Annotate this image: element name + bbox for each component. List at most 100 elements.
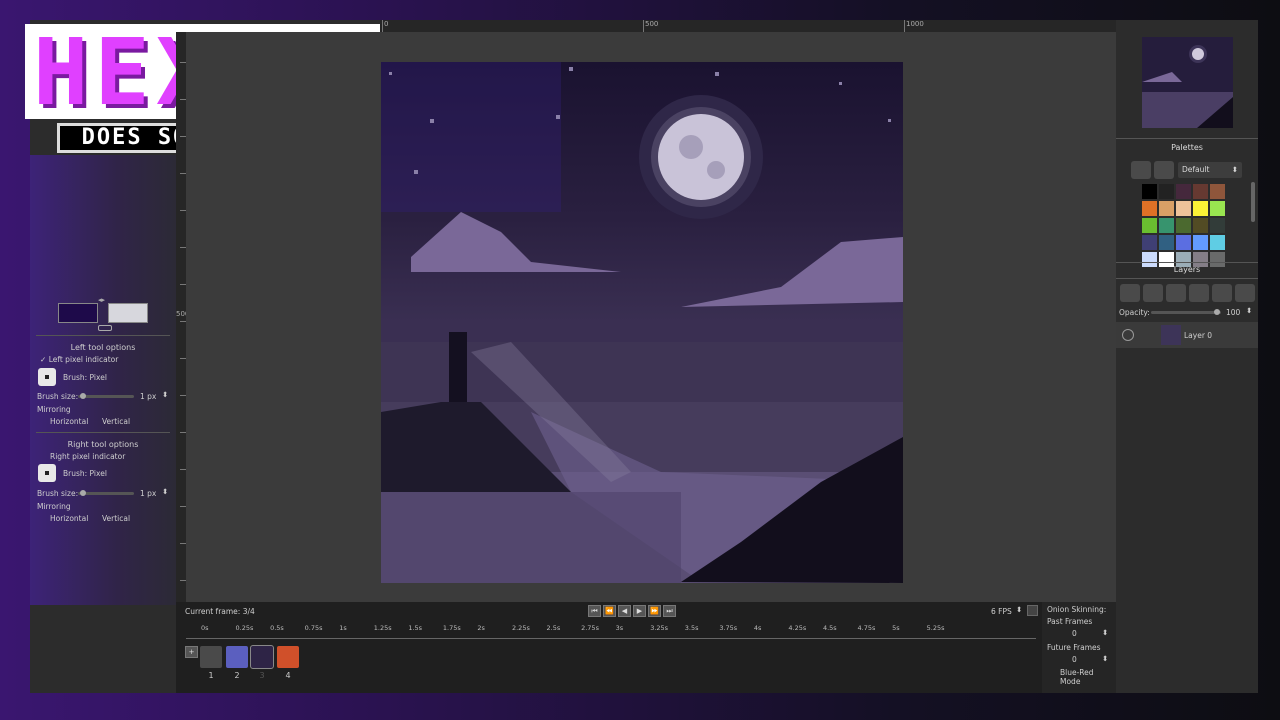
brush-pixel-icon[interactable] (38, 464, 56, 482)
palette-color-swatch[interactable] (1210, 201, 1225, 216)
palette-color-swatch[interactable] (1193, 201, 1208, 216)
spinner-icon[interactable]: ⬍ (162, 390, 168, 399)
eye-icon[interactable] (1122, 329, 1134, 341)
chevron-down-icon: ⬍ (1231, 165, 1238, 174)
next-frame-icon[interactable]: ⏩ (648, 605, 661, 617)
right-brush-size-slider[interactable] (78, 490, 134, 496)
time-mark-label: 5.25s (926, 624, 945, 632)
palette-color-swatch[interactable] (1159, 235, 1174, 250)
palette-scrollbar[interactable] (1251, 182, 1255, 222)
palette-color-swatch[interactable] (1176, 235, 1191, 250)
divider (36, 432, 170, 433)
palette-color-swatch[interactable] (1142, 235, 1157, 250)
layers-title: Layers (1173, 265, 1201, 274)
left-brush-size-slider[interactable] (78, 393, 134, 399)
palette-color-swatch[interactable] (1210, 218, 1225, 233)
add-frame-button[interactable]: + (185, 646, 198, 658)
palette-color-swatch[interactable] (1176, 218, 1191, 233)
move-layer-up-icon[interactable] (1166, 284, 1186, 302)
time-mark-label: 4.5s (822, 624, 837, 632)
time-mark-label: 3.5s (684, 624, 699, 632)
current-frame-label: Current frame: 3/4 (185, 607, 255, 616)
opacity-slider[interactable] (1151, 309, 1221, 315)
vertical-ruler: 500 (176, 32, 189, 602)
palette-color-swatch[interactable] (1142, 218, 1157, 233)
palette-color-swatch[interactable] (1159, 184, 1174, 199)
play-icon[interactable]: ▶ (633, 605, 646, 617)
play-backwards-icon[interactable]: ◀ (618, 605, 631, 617)
right-brush-size-value: 1 px (140, 489, 157, 498)
right-mirror-vertical[interactable]: Vertical (102, 514, 130, 523)
swap-colors-icon[interactable]: ◂▸ (98, 296, 105, 304)
spinner-icon[interactable]: ⬍ (1102, 654, 1108, 663)
left-mirror-vertical[interactable]: Vertical (102, 417, 130, 426)
spinner-icon[interactable]: ⬍ (1016, 605, 1022, 614)
edit-palette-icon[interactable] (1154, 161, 1174, 179)
palette-color-swatch[interactable] (1176, 184, 1191, 199)
loop-icon[interactable] (1027, 605, 1038, 616)
right-color-swatch[interactable] (108, 303, 148, 323)
divider (1116, 262, 1258, 263)
palette-color-swatch[interactable] (1142, 201, 1157, 216)
previous-frame-icon[interactable]: ⏪ (603, 605, 616, 617)
right-tool-options-title: Right tool options (67, 440, 139, 449)
spinner-icon[interactable]: ⬍ (162, 487, 168, 496)
layer-name: Layer 0 (1184, 331, 1213, 340)
time-mark-label: 3.25s (650, 624, 669, 632)
past-frames-value[interactable]: 0 (1072, 629, 1077, 638)
palettes-title: Palettes (1171, 143, 1203, 152)
palette-color-swatch[interactable] (1159, 201, 1174, 216)
frame-thumbnail-selected[interactable] (250, 645, 274, 669)
palette-color-swatch[interactable] (1193, 235, 1208, 250)
first-frame-icon[interactable]: ⏮ (588, 605, 601, 617)
add-layer-icon[interactable] (1120, 284, 1140, 302)
frame-thumbnail[interactable] (277, 646, 299, 668)
time-mark-label: 5s (892, 624, 900, 632)
palette-color-swatch[interactable] (1193, 184, 1208, 199)
palette-color-swatch[interactable] (1159, 218, 1174, 233)
brush-pixel-icon[interactable] (38, 368, 56, 386)
frame-thumbnail[interactable] (226, 646, 248, 668)
palette-select[interactable]: Default ⬍ (1178, 162, 1242, 178)
left-color-swatch[interactable] (58, 303, 98, 323)
right-mirroring-label: Mirroring (37, 502, 71, 511)
slider-knob[interactable] (1214, 309, 1220, 315)
time-ruler[interactable]: 0s 0.25s 0.5s 0.75s 1s 1.25s 1.5s 1.75s 2s 2.25s 2… (186, 624, 1036, 639)
onion-skinning-title: Onion Skinning: (1047, 605, 1107, 614)
slider-knob[interactable] (80, 490, 86, 496)
slider-knob[interactable] (80, 393, 86, 399)
time-mark-label: 1.25s (373, 624, 392, 632)
opacity-value[interactable]: 100 (1226, 308, 1240, 317)
palette-color-swatch[interactable] (1210, 184, 1225, 199)
frame-number: 4 (285, 671, 291, 680)
time-mark-label: 1.5s (408, 624, 423, 632)
add-palette-icon[interactable] (1131, 161, 1151, 179)
palette-color-swatch[interactable] (1210, 235, 1225, 250)
reset-colors-icon[interactable] (98, 325, 112, 331)
merge-layer-icon[interactable] (1235, 284, 1255, 302)
spinner-icon[interactable]: ⬍ (1246, 306, 1252, 315)
spinner-icon[interactable]: ⬍ (1102, 628, 1108, 637)
palette-color-swatch[interactable] (1193, 218, 1208, 233)
past-frames-label: Past Frames (1047, 617, 1093, 626)
left-mirror-horizontal[interactable]: Horizontal (50, 417, 88, 426)
delete-layer-icon[interactable] (1143, 284, 1163, 302)
right-pixel-indicator-checkbox[interactable]: Right pixel indicator (50, 452, 125, 461)
last-frame-icon[interactable]: ⏭ (663, 605, 676, 617)
clone-layer-icon[interactable] (1212, 284, 1232, 302)
palette-color-swatch[interactable] (1142, 184, 1157, 199)
right-panel: Palettes Default ⬍ Layers Opacity: 100 ⬍… (1116, 20, 1258, 693)
frame-thumbnail[interactable] (200, 646, 222, 668)
pixel-art-canvas[interactable] (381, 62, 903, 583)
palette-color-swatch[interactable] (1176, 201, 1191, 216)
move-layer-down-icon[interactable] (1189, 284, 1209, 302)
palette-grid (1142, 184, 1227, 267)
fps-value[interactable]: 6 FPS (991, 607, 1012, 616)
time-mark-label: 3s (615, 624, 624, 632)
left-pixel-indicator-checkbox[interactable]: ✓ Left pixel indicator (40, 355, 118, 364)
blue-red-mode-toggle[interactable]: Blue-Red Mode (1060, 668, 1116, 686)
frame-number: 1 (208, 671, 214, 680)
layer-row[interactable]: Layer 0 (1116, 322, 1258, 348)
future-frames-value[interactable]: 0 (1072, 655, 1077, 664)
right-mirror-horizontal[interactable]: Horizontal (50, 514, 88, 523)
